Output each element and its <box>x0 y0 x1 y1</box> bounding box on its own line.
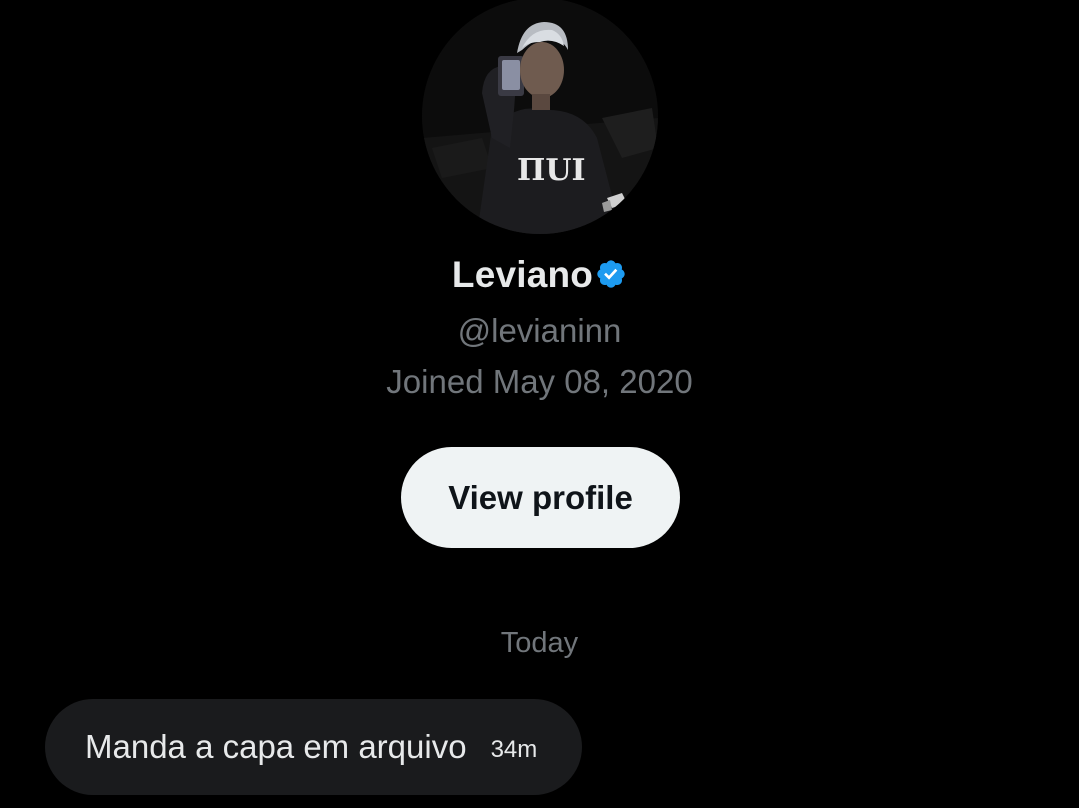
profile-handle: @levianinn <box>457 312 622 349</box>
message-text: Manda a capa em arquivo <box>85 728 467 765</box>
profile-name-row: Leviano <box>0 254 1079 299</box>
message-timestamp: 34m <box>490 736 538 763</box>
joined-date: Joined May 08, 2020 <box>386 363 693 400</box>
date-separator: Today <box>500 627 579 659</box>
svg-text:ΠUI: ΠUI <box>517 153 586 188</box>
message-bubble[interactable]: Manda a capa em arquivo 34m <box>45 699 582 795</box>
profile-avatar[interactable]: ΠUI <box>422 0 658 234</box>
verified-badge-icon <box>595 257 627 299</box>
profile-name: Leviano <box>451 254 594 295</box>
view-profile-button[interactable]: View profile <box>401 447 680 548</box>
avatar-photo: ΠUI <box>422 0 658 234</box>
